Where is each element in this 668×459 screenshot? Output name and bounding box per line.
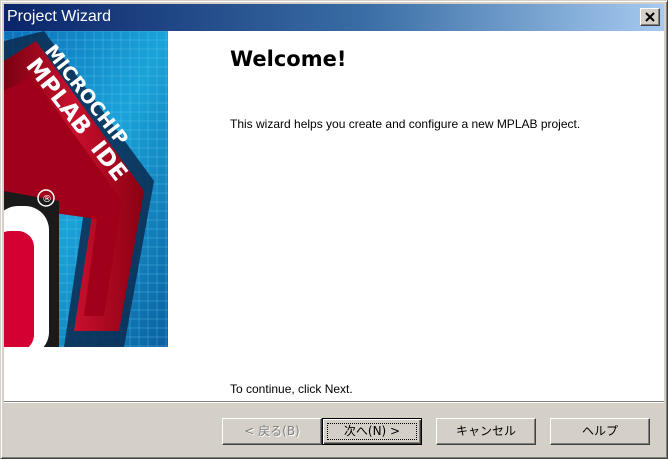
wizard-description: This wizard helps you create and configu… (230, 117, 581, 131)
mplab-banner-image: ® MICROCHIP MPLAB IDE (4, 31, 168, 347)
next-button-label: 次へ(N) > (343, 424, 401, 438)
cancel-button[interactable]: キャンセル (436, 418, 536, 445)
close-button[interactable] (640, 8, 660, 26)
back-button[interactable]: < 戻る(B) (222, 418, 322, 445)
help-button-label: ヘルプ (581, 424, 618, 438)
window-title: Project Wizard (7, 8, 112, 25)
continue-hint: To continue, click Next. (230, 382, 353, 396)
banner-registered-mark: ® (42, 194, 52, 205)
page-title: Welcome! (230, 47, 347, 71)
help-button[interactable]: ヘルプ (550, 418, 650, 445)
button-separator (4, 401, 664, 403)
mplab-logo-icon: ® MICROCHIP MPLAB IDE (4, 31, 168, 347)
title-bar[interactable]: Project Wizard (4, 4, 664, 31)
wizard-content: ® MICROCHIP MPLAB IDE Welcome! This wiza… (4, 31, 664, 401)
close-icon (645, 12, 655, 22)
cancel-button-label: キャンセル (455, 424, 516, 438)
next-button[interactable]: 次へ(N) > (322, 418, 422, 445)
back-button-label: < 戻る(B) (244, 424, 300, 438)
project-wizard-window: Project Wizard ® MICROCHIP MPLAB IDE Wel… (0, 0, 668, 459)
